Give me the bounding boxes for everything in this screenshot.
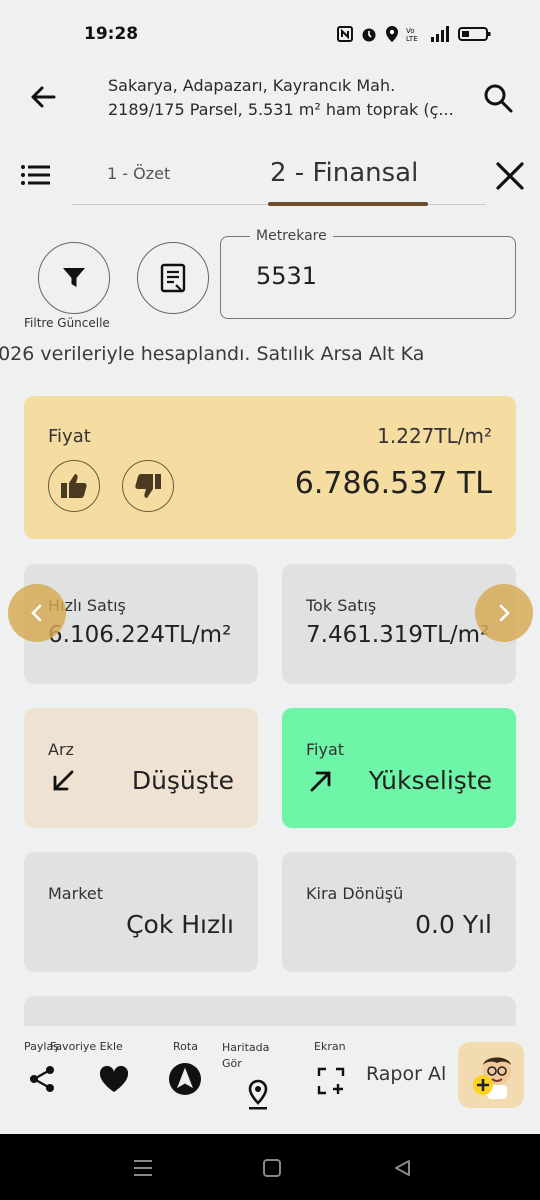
m2-field-label: Metrekare (250, 228, 333, 244)
rent-return-label: Kira Dönüşü (306, 884, 404, 903)
price-trend-value: Yükselişte (368, 766, 492, 795)
supply-label: Arz (48, 740, 74, 759)
screen-label: Ekran (314, 1040, 346, 1053)
supply-card: Arz Düşüşte (24, 708, 258, 828)
screen-action[interactable]: Ekran (314, 1040, 346, 1053)
bulk-sale-label: Tok Satış (306, 596, 377, 615)
price-label: Fiyat (48, 426, 91, 447)
filter-button[interactable] (38, 242, 110, 314)
menu-button[interactable] (20, 162, 52, 188)
document-button[interactable] (137, 242, 209, 314)
thumbs-down-icon (135, 474, 161, 498)
close-button[interactable] (494, 160, 526, 192)
home-icon[interactable] (262, 1158, 282, 1178)
map-label-2: Gör (222, 1057, 242, 1070)
favorite-action[interactable]: Favoriye Ekle (50, 1040, 123, 1053)
battery-icon (458, 27, 491, 41)
chevron-right-icon (499, 604, 510, 622)
market-card: Market Çok Hızlı (24, 852, 258, 972)
filter-label: Filtre Güncelle (24, 316, 110, 330)
filter-icon (63, 268, 85, 287)
svg-text:LTE: LTE (406, 35, 418, 43)
report-button[interactable]: Rapor Al (366, 1063, 446, 1085)
chevron-left-icon (31, 604, 42, 622)
map-action[interactable]: Haritada Gör (222, 1040, 269, 1072)
ticker-text: 2026 verileriyle hesaplandı. Satılık Ars… (0, 343, 425, 365)
title-line-2: 2189/175 Parsel, 5.531 m² ham toprak (ç.… (108, 100, 454, 119)
price-per-m2: 1.227TL/m² (377, 424, 492, 448)
bulk-sale-value: 7.461.319TL/m² (306, 622, 490, 648)
share-button[interactable] (25, 1062, 59, 1096)
assistant-avatar-icon (473, 1057, 511, 1099)
supply-value: Düşüşte (131, 766, 234, 795)
arrow-up-right-icon (310, 771, 331, 792)
wifi-icon: VoLTE (406, 27, 418, 43)
thumbs-up-button[interactable] (48, 460, 100, 512)
route-action[interactable]: Rota (173, 1040, 198, 1053)
map-button[interactable] (241, 1078, 275, 1112)
price-total: 6.786.537 TL (294, 466, 492, 501)
tab-ozet[interactable]: 1 - Özet (107, 164, 170, 183)
document-icon (160, 263, 186, 293)
price-trend-label: Fiyat (306, 740, 345, 759)
back-nav-icon[interactable] (392, 1158, 412, 1178)
nfc-icon (337, 26, 353, 42)
system-navigation-bar (0, 1134, 540, 1200)
map-pin-icon (248, 1079, 268, 1110)
thumbs-down-button[interactable] (122, 460, 174, 512)
route-label: Rota (173, 1040, 198, 1053)
route-button[interactable] (168, 1062, 202, 1096)
map-label-1: Haritada (222, 1041, 270, 1054)
favorite-label: Favoriye Ekle (50, 1040, 123, 1053)
quick-sale-value: 6.106.224TL/m² (48, 622, 232, 648)
signal-icon (431, 26, 449, 42)
status-time: 19:28 (84, 24, 139, 44)
screenshot-button[interactable] (314, 1064, 348, 1098)
search-icon (484, 84, 513, 113)
carousel-prev-button[interactable] (8, 584, 66, 642)
close-icon (496, 162, 524, 190)
back-button[interactable] (26, 80, 60, 114)
title-line-1: Sakarya, Adapazarı, Kayrancık Mah. (108, 76, 396, 95)
status-icons: Vo LTE (336, 25, 492, 43)
share-icon (30, 1066, 54, 1092)
rent-return-value: 0.0 Yıl (415, 910, 492, 939)
assistant-fab[interactable] (458, 1042, 524, 1108)
location-icon (386, 26, 398, 42)
market-label: Market (48, 884, 103, 903)
heart-icon (99, 1065, 129, 1092)
active-tab-indicator (268, 202, 428, 206)
tab-finansal[interactable]: 2 - Finansal (270, 158, 418, 188)
search-button[interactable] (482, 82, 514, 114)
page-title: Sakarya, Adapazarı, Kayrancık Mah. 2189/… (108, 74, 468, 122)
arrow-down-left-icon (53, 770, 74, 791)
carousel-next-button[interactable] (475, 584, 533, 642)
list-menu-icon (21, 165, 50, 185)
arrow-left-icon (31, 86, 56, 108)
rent-return-card: Kira Dönüşü 0.0 Yıl (282, 852, 516, 972)
thumbs-up-icon (61, 474, 87, 498)
alarm-icon (362, 28, 376, 42)
market-value: Çok Hızlı (126, 910, 234, 939)
svg-text:Vo: Vo (406, 27, 415, 35)
partial-card (24, 996, 516, 1026)
screenshot-icon (317, 1067, 345, 1095)
info-ticker: 2026 verileriyle hesaplandı. Satılık Ars… (0, 343, 516, 371)
navigation-icon (169, 1063, 201, 1095)
m2-input[interactable] (256, 262, 496, 290)
favorite-button[interactable] (97, 1062, 131, 1096)
recent-apps-icon[interactable] (132, 1158, 154, 1178)
price-trend-card: Fiyat Yükselişte (282, 708, 516, 828)
